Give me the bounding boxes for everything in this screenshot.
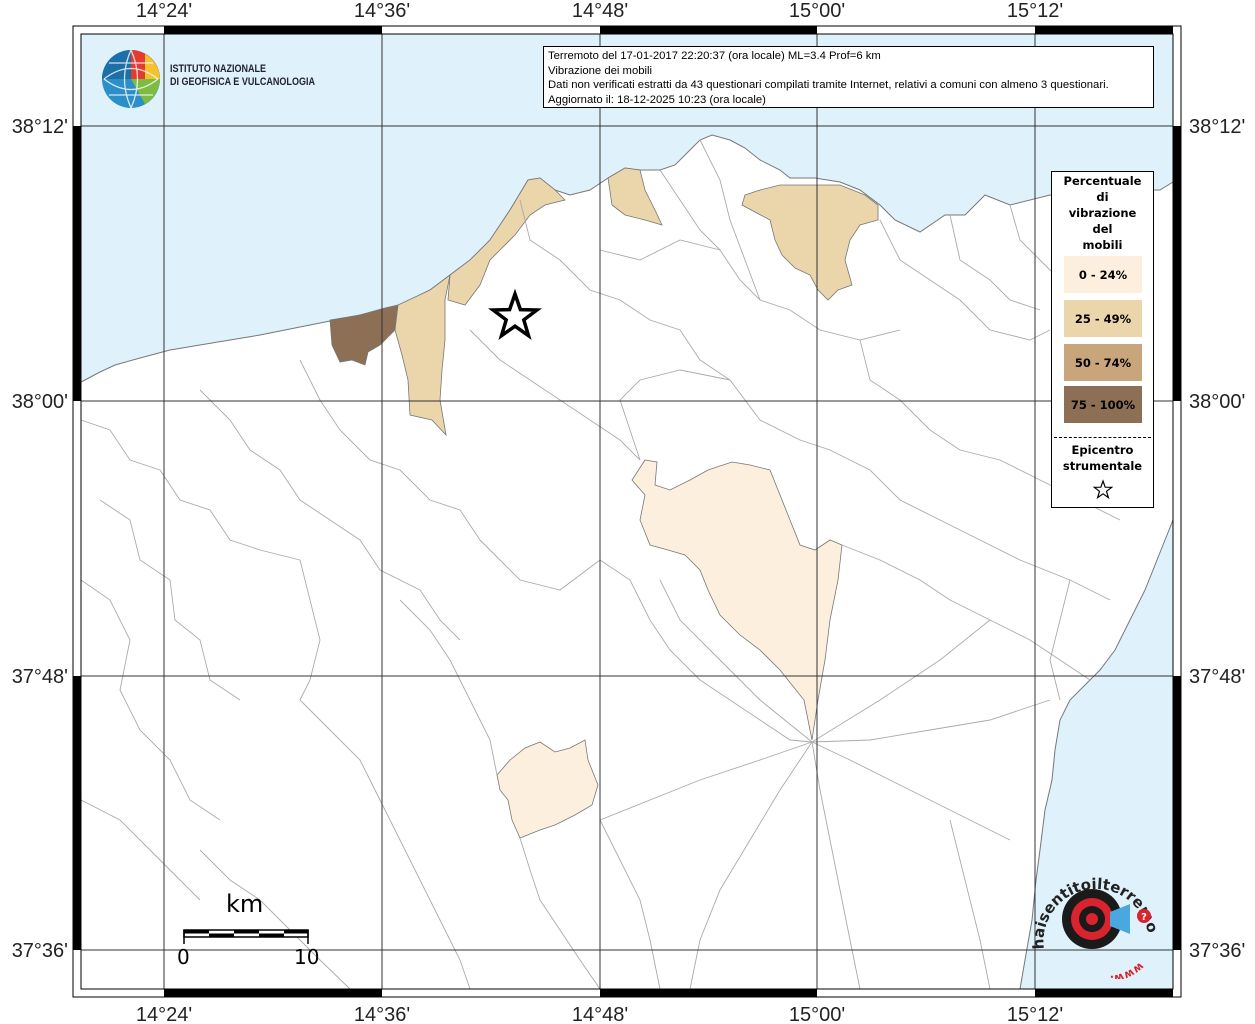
- right-tick-label: 37°36': [1189, 940, 1245, 962]
- legend-epicentre-line: strumentale: [1062, 459, 1143, 473]
- legend-title-line: del: [1092, 222, 1113, 236]
- legend-item-25-49: 25 - 49%: [1064, 300, 1142, 337]
- top-tick-label: 15°00': [789, 0, 845, 22]
- legend-star-icon: [1092, 479, 1114, 500]
- legend-title: Percentuale di vibrazione del mobili: [1052, 173, 1153, 253]
- bottom-tick-label: 14°36': [354, 1004, 410, 1024]
- legend-epicentre-label: Epicentro strumentale: [1052, 442, 1153, 474]
- bottom-tick-label: 14°48': [572, 1004, 628, 1024]
- left-tick-label: 37°36': [12, 940, 68, 962]
- top-tick-label: 15°12': [1007, 0, 1063, 22]
- right-tick-label: 38°00': [1189, 391, 1245, 413]
- haisentito-logo: haisentitoilterremoto.it www. ?: [1032, 864, 1162, 979]
- top-tick-label: 14°36': [354, 0, 410, 22]
- data-note: Dati non verificati estratti da 43 quest…: [548, 79, 1109, 92]
- top-tick-label: 14°24': [136, 0, 192, 22]
- legend-item-0-24: 0 - 24%: [1064, 256, 1142, 293]
- right-tick-label: 37°48': [1189, 666, 1245, 688]
- event-info-box: Terremoto del 17-01-2017 22:20:37 (ora l…: [543, 46, 1154, 108]
- left-tick-label: 38°00': [12, 391, 68, 413]
- legend-title-line: Percentuale: [1063, 174, 1142, 188]
- legend-item-50-74: 50 - 74%: [1064, 344, 1142, 381]
- right-tick-label: 38°12': [1189, 116, 1245, 138]
- ingv-name: ISTITUTO NAZIONALE DI GEOFISICA E VULCAN…: [170, 63, 315, 89]
- legend-epicentre-line: Epicentro: [1071, 443, 1134, 457]
- top-tick-label: 14°48': [572, 0, 628, 22]
- svg-text:?: ?: [1141, 912, 1147, 923]
- scale-min: 0: [177, 945, 190, 969]
- globe-icon: [102, 49, 160, 109]
- ingv-name-line2: DI GEOFISICA E VULCANOLOGIA: [170, 76, 315, 88]
- map-subject: Vibrazione dei mobili: [548, 64, 653, 77]
- bottom-tick-label: 15°12': [1007, 1004, 1063, 1024]
- legend-item-75-100: 75 - 100%: [1064, 386, 1142, 423]
- bottom-tick-label: 14°24': [136, 1004, 192, 1024]
- left-tick-label: 38°12': [12, 116, 68, 138]
- left-tick-label: 37°48': [12, 666, 68, 688]
- ingv-name-line1: ISTITUTO NAZIONALE: [170, 63, 267, 75]
- scale-max: 10: [294, 945, 320, 969]
- bottom-tick-label: 15°00': [789, 1004, 845, 1024]
- legend-title-line: mobili: [1082, 238, 1123, 252]
- logo-www: www.: [1109, 960, 1146, 979]
- legend: Percentuale di vibrazione del mobili 0 -…: [1051, 171, 1154, 508]
- legend-title-line: vibrazione: [1068, 206, 1137, 220]
- ingv-logo: ISTITUTO NAZIONALE DI GEOFISICA E VULCAN…: [100, 48, 320, 110]
- legend-title-line: di: [1096, 190, 1109, 204]
- update-time: Aggiornato il: 18-12-2025 10:23 (ora loc…: [548, 93, 766, 106]
- legend-separator: [1054, 437, 1151, 438]
- scale-unit: km: [226, 890, 264, 918]
- event-title: Terremoto del 17-01-2017 22:20:37 (ora l…: [548, 50, 881, 62]
